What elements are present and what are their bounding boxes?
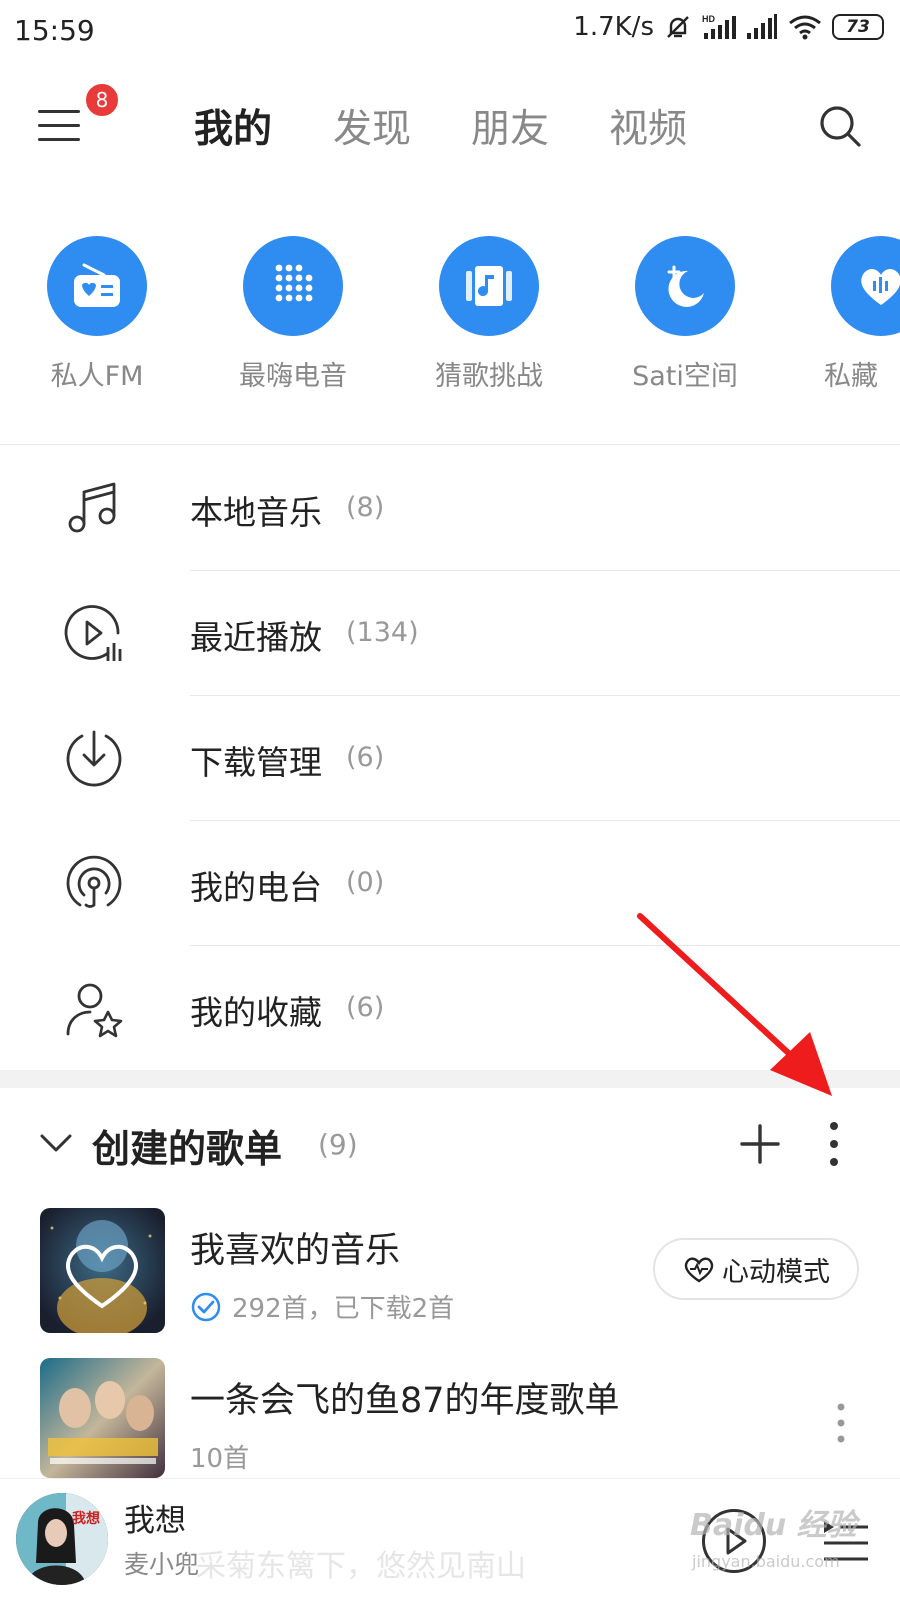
menu-count: (6) [346, 742, 385, 773]
user-star-icon [66, 983, 123, 1038]
playlist-cover [40, 1208, 165, 1333]
search-icon[interactable] [818, 104, 862, 148]
signal-icon [747, 14, 777, 39]
divider [0, 444, 900, 445]
now-playing-title: 我想 [124, 1503, 186, 1539]
quick-edm[interactable]: 最嗨电音 [208, 236, 378, 393]
radio-icon [47, 236, 147, 336]
playlist-item-liked[interactable]: 我喜欢的音乐 292首，已下载2首 心动模式 [0, 1208, 900, 1348]
quick-actions: 私人FM 最嗨电音 猜歌挑战 Sati空间 私藏 [0, 236, 900, 406]
playlist-cover [40, 1358, 165, 1478]
menu-count: (134) [346, 617, 419, 648]
playlist-subtitle: 292首，已下载2首 [232, 1294, 455, 1324]
downloaded-check-icon [191, 1292, 221, 1321]
heart-mode-label: 心动模式 [722, 1256, 830, 1288]
now-playing-lyric: 采菊东篱下，悠然见南山 [196, 1549, 526, 1584]
menu-label: 本地音乐 [190, 493, 322, 532]
svg-text:我想: 我想 [72, 1510, 100, 1527]
notification-badge: 8 [84, 82, 120, 118]
moon-icon [635, 236, 735, 336]
playlist-subtitle-row: 292首，已下载2首 [190, 1288, 454, 1325]
quick-sati-space[interactable]: Sati空间 [600, 236, 770, 393]
wifi-icon [789, 15, 821, 40]
mute-bell-icon [667, 16, 689, 38]
more-options-icon[interactable] [826, 1120, 842, 1168]
tab-discover[interactable]: 发现 [333, 98, 411, 154]
quick-private-collection[interactable]: 私藏 [796, 236, 900, 393]
section-divider [0, 1070, 900, 1088]
quick-label: 猜歌挑战 [435, 361, 543, 392]
recent-play-icon [64, 605, 122, 661]
playlist-more-icon[interactable] [834, 1402, 848, 1444]
music-card-icon [439, 236, 539, 336]
menu-local-music[interactable]: 本地音乐 (8) [0, 446, 900, 571]
quick-private-fm[interactable]: 私人FM [12, 236, 182, 393]
quick-label: 私藏 [824, 361, 878, 392]
section-title[interactable]: 创建的歌单 [92, 1118, 282, 1173]
download-icon [66, 730, 122, 787]
menu-count: (6) [346, 992, 385, 1023]
menu-downloads[interactable]: 下载管理 (6) [0, 696, 900, 821]
tab-mine[interactable]: 我的 [194, 98, 272, 154]
playlist-name: 一条会飞的鱼87的年度歌单 [190, 1381, 620, 1421]
menu-recent-play[interactable]: 最近播放 (134) [0, 571, 900, 696]
section-count: (9) [318, 1128, 358, 1161]
battery-indicator: 73 [832, 14, 884, 40]
created-playlists-header: 创建的歌单 (9) [0, 1088, 900, 1198]
dots-grid-icon [243, 236, 343, 336]
watermark-url: jingyan.baidu.com [692, 1552, 840, 1571]
menu-label: 最近播放 [190, 618, 322, 657]
status-bar: 15:59 1.7K/s HD 73 [0, 0, 900, 64]
heart-mode-button[interactable]: 心动模式 [653, 1238, 859, 1300]
hd-signal-icon: HD [702, 14, 736, 39]
menu-my-radio[interactable]: 我的电台 (0) [0, 821, 900, 946]
add-playlist-icon[interactable] [738, 1122, 782, 1166]
quick-label: Sati空间 [632, 361, 738, 392]
network-speed: 1.7K/s [573, 12, 654, 42]
now-playing-cover[interactable]: 我想 [16, 1493, 108, 1585]
tab-video[interactable]: 视频 [609, 98, 687, 154]
playlist-name: 我喜欢的音乐 [190, 1231, 401, 1271]
quick-label: 最嗨电音 [239, 361, 347, 392]
menu-label: 我的电台 [190, 868, 322, 907]
watermark-logo: Baidu 经验 [690, 1508, 857, 1543]
quick-guess-song[interactable]: 猜歌挑战 [404, 236, 574, 393]
top-nav: 8 我的 发现 朋友 视频 [0, 70, 900, 180]
menu-label: 我的收藏 [190, 993, 322, 1032]
chevron-down-icon[interactable] [38, 1128, 74, 1158]
heart-beat-icon [684, 1257, 714, 1283]
menu-button[interactable] [38, 106, 84, 146]
menu-count: (8) [346, 492, 385, 523]
music-note-icon [68, 482, 116, 533]
playlist-subtitle: 10首 [190, 1444, 250, 1474]
status-time: 15:59 [14, 14, 95, 47]
now-playing-artist: 麦小兜 [124, 1550, 200, 1579]
menu-my-favorites[interactable]: 我的收藏 (6) [0, 946, 900, 1071]
podcast-icon [66, 855, 122, 908]
svg-text:HD: HD [702, 14, 715, 24]
quick-label: 私人FM [50, 361, 144, 392]
playlist-subtitle-row: 10首 [190, 1438, 249, 1475]
library-menu: 本地音乐 (8) 最近播放 (134) 下载管理 (6) 我的电台 (0) 我的… [0, 446, 900, 1071]
status-indicators: 1.7K/s HD 73 [573, 12, 884, 42]
heart-sound-icon [831, 236, 900, 336]
menu-count: (0) [346, 867, 385, 898]
menu-label: 下载管理 [190, 743, 322, 782]
tab-friends[interactable]: 朋友 [471, 98, 549, 154]
playlist-item-annual[interactable]: 一条会飞的鱼87的年度歌单 10首 [0, 1358, 900, 1498]
